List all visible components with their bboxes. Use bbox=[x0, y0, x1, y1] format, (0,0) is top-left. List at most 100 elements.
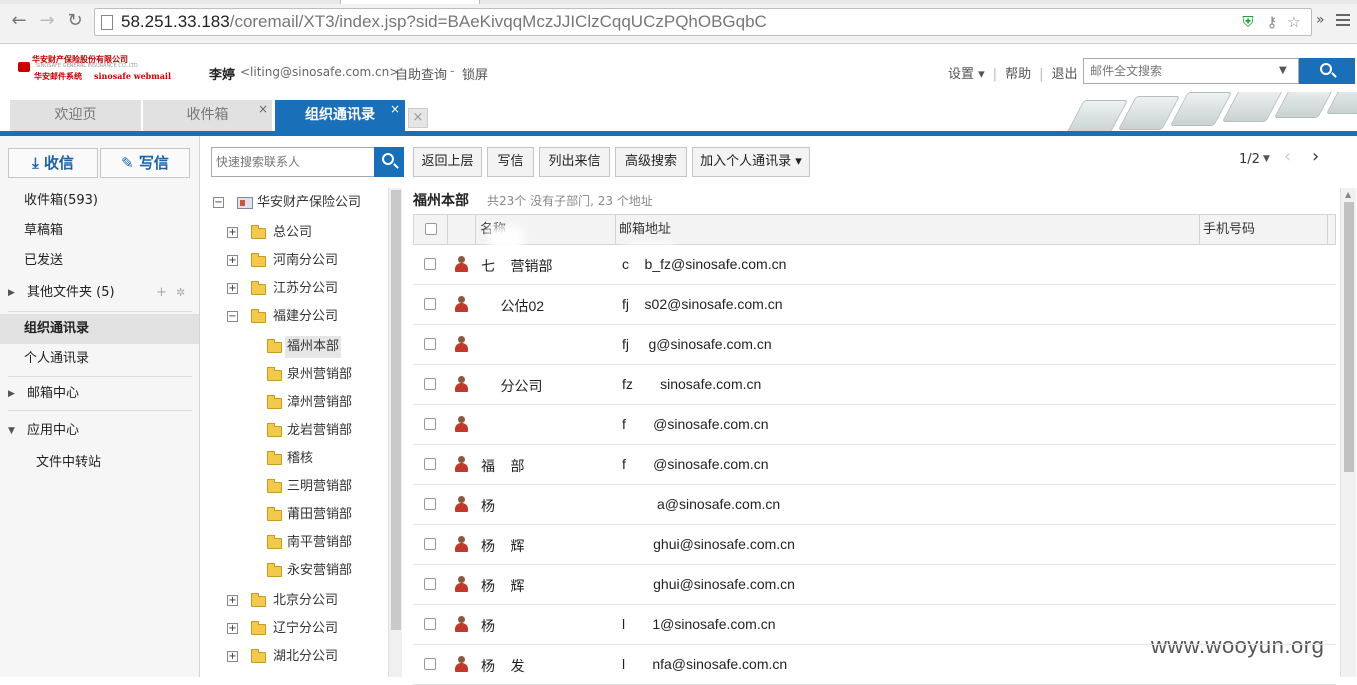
back-icon[interactable]: ← bbox=[8, 10, 30, 32]
expand-icon[interactable]: + bbox=[227, 623, 238, 634]
contact-email[interactable]: fj g@sinosafe.com.cn bbox=[622, 336, 772, 352]
contact-name[interactable]: 杨 辉 bbox=[481, 576, 525, 596]
tree-root[interactable]: − 华安财产保险公司 bbox=[213, 192, 383, 214]
table-row[interactable]: 分公司 fz sinosafe.com.cn bbox=[413, 365, 1336, 405]
tree-node[interactable]: 南平营销部 bbox=[265, 532, 380, 554]
expand-icon[interactable]: + bbox=[227, 595, 238, 606]
expand-arrow-icon[interactable]: ▶ bbox=[8, 379, 15, 409]
tree-node[interactable]: + 辽宁分公司 bbox=[227, 618, 377, 640]
tree-node[interactable]: + 河南分公司 bbox=[227, 250, 377, 272]
table-row[interactable]: 七 营销部 c b_fz@sinosafe.com.cn bbox=[413, 245, 1336, 285]
table-row[interactable]: 杨 a@sinosafe.com.cn bbox=[413, 485, 1336, 525]
search-dropdown-icon[interactable]: ▼ bbox=[1279, 65, 1287, 76]
expand-arrow-icon[interactable]: ▶ bbox=[8, 278, 15, 308]
row-checkbox[interactable] bbox=[424, 418, 436, 430]
contact-email[interactable]: c b_fz@sinosafe.com.cn bbox=[622, 256, 786, 272]
contact-search-input[interactable] bbox=[211, 147, 375, 177]
tree-node[interactable]: + 总公司 bbox=[227, 222, 377, 244]
row-checkbox[interactable] bbox=[424, 458, 436, 470]
tab-inbox-close-icon[interactable]: × bbox=[258, 102, 268, 116]
tree-node[interactable]: + 江苏分公司 bbox=[227, 278, 377, 300]
column-header-phone[interactable]: 手机号码 bbox=[1203, 215, 1255, 244]
sidebar-item-app-center[interactable]: ▼ 应用中心 bbox=[0, 416, 199, 446]
tab-inbox[interactable]: 收件箱 bbox=[143, 100, 272, 131]
column-header-email[interactable]: 邮箱地址 bbox=[619, 215, 671, 244]
contact-name[interactable]: 杨 bbox=[481, 496, 495, 516]
tree-node[interactable]: + 北京分公司 bbox=[227, 590, 377, 612]
list-mails-button[interactable]: 列出来信 bbox=[539, 147, 610, 177]
settings-menu[interactable]: 设置 ▾ bbox=[948, 63, 985, 82]
tree-node[interactable]: 永安营销部 bbox=[265, 560, 380, 582]
expand-icon[interactable]: + bbox=[227, 651, 238, 662]
expand-icon[interactable]: + bbox=[227, 227, 238, 238]
contact-email[interactable]: f @sinosafe.com.cn bbox=[622, 456, 769, 472]
browser-menu-icon[interactable] bbox=[1336, 14, 1350, 26]
tree-node[interactable]: 福州本部 bbox=[265, 336, 380, 358]
table-row[interactable]: 福 部 f @sinosafe.com.cn bbox=[413, 445, 1336, 485]
sidebar-item-file-transfer[interactable]: 文件中转站 bbox=[0, 448, 199, 478]
scroll-up-icon[interactable]: ▲ bbox=[1345, 190, 1351, 199]
close-all-tabs-icon[interactable]: × bbox=[408, 108, 428, 128]
scroll-thumb[interactable] bbox=[1344, 202, 1354, 472]
sidebar-item-mailbox-center[interactable]: ▶ 邮箱中心 bbox=[0, 379, 199, 409]
logout-link[interactable]: 退出 bbox=[1051, 63, 1077, 82]
reload-icon[interactable]: ↻ bbox=[64, 10, 86, 32]
table-row[interactable]: f @sinosafe.com.cn bbox=[413, 405, 1336, 445]
self-query-link[interactable]: 自助查询 bbox=[395, 64, 447, 83]
select-all-checkbox[interactable] bbox=[425, 223, 437, 235]
sidebar-item-inbox[interactable]: 收件箱(593) bbox=[0, 186, 199, 216]
back-up-level-button[interactable]: 返回上层 bbox=[413, 147, 482, 177]
contact-email[interactable]: l 1@sinosafe.com.cn bbox=[622, 616, 776, 632]
row-checkbox[interactable] bbox=[424, 578, 436, 590]
contact-email[interactable]: ghui@sinosafe.com.cn bbox=[622, 536, 795, 552]
row-checkbox[interactable] bbox=[424, 378, 436, 390]
table-row[interactable]: 杨 辉 ghui@sinosafe.com.cn bbox=[413, 565, 1336, 605]
contact-email[interactable]: ghui@sinosafe.com.cn bbox=[622, 576, 795, 592]
folder-settings-icon[interactable]: ✲ bbox=[176, 278, 185, 308]
contact-email[interactable]: fj s02@sinosafe.com.cn bbox=[622, 296, 783, 312]
sidebar-item-sent[interactable]: 已发送 bbox=[0, 246, 199, 276]
tree-node[interactable]: 漳州营销部 bbox=[265, 392, 380, 414]
add-to-personal-contacts-button[interactable]: 加入个人通讯录 ▾ bbox=[692, 147, 810, 177]
sidebar-item-personal-contacts[interactable]: 个人通讯录 bbox=[0, 344, 199, 374]
shield-icon[interactable]: ⛨ bbox=[1239, 13, 1257, 31]
more-extensions-icon[interactable]: » bbox=[1316, 12, 1325, 28]
table-row[interactable]: 杨 发 l nfa@sinosafe.com.cn bbox=[413, 645, 1336, 685]
star-icon[interactable]: ☆ bbox=[1285, 13, 1303, 31]
contact-name[interactable]: 杨 发 bbox=[481, 656, 525, 676]
table-row[interactable]: 杨 辉 ghui@sinosafe.com.cn bbox=[413, 525, 1336, 565]
row-checkbox[interactable] bbox=[424, 498, 436, 510]
contact-name[interactable]: 七 营销部 bbox=[481, 256, 553, 276]
receive-button[interactable]: ⤓ 收信 bbox=[8, 148, 98, 178]
collapse-arrow-icon[interactable]: ▼ bbox=[8, 416, 15, 446]
collapse-icon[interactable]: − bbox=[213, 197, 224, 208]
contact-email[interactable]: l nfa@sinosafe.com.cn bbox=[622, 656, 787, 672]
tree-node[interactable]: 龙岩营销部 bbox=[265, 420, 380, 442]
tree-node[interactable]: 莆田营销部 bbox=[265, 504, 380, 526]
compose-button[interactable]: ✎ 写信 bbox=[100, 148, 190, 178]
row-checkbox[interactable] bbox=[424, 338, 436, 350]
contact-name[interactable]: 公估02 bbox=[481, 296, 544, 316]
tab-org-contacts-close-icon[interactable]: × bbox=[390, 102, 400, 116]
key-icon[interactable]: ⚷ bbox=[1263, 13, 1281, 31]
contact-name[interactable]: 杨 bbox=[481, 616, 495, 636]
scroll-thumb[interactable] bbox=[391, 190, 401, 630]
row-checkbox[interactable] bbox=[424, 258, 436, 270]
tree-node[interactable]: + 湖北分公司 bbox=[227, 646, 377, 668]
table-row[interactable]: fj g@sinosafe.com.cn bbox=[413, 325, 1336, 365]
help-link[interactable]: 帮助 bbox=[1005, 63, 1031, 82]
row-checkbox[interactable] bbox=[424, 618, 436, 630]
contact-name[interactable]: 杨 辉 bbox=[481, 536, 525, 556]
tree-scrollbar[interactable] bbox=[388, 188, 402, 677]
tree-node[interactable]: 三明营销部 bbox=[265, 476, 380, 498]
tree-node[interactable]: − 福建分公司 bbox=[227, 306, 377, 328]
write-mail-button[interactable]: 写信 bbox=[487, 147, 534, 177]
page-dropdown-icon[interactable]: ▼ bbox=[1263, 154, 1270, 164]
search-button[interactable] bbox=[1299, 58, 1355, 84]
next-page-icon[interactable]: › bbox=[1312, 146, 1319, 167]
row-checkbox[interactable] bbox=[424, 538, 436, 550]
lock-screen-link[interactable]: 锁屏 bbox=[462, 64, 488, 83]
browser-active-tab[interactable] bbox=[340, 0, 480, 4]
row-checkbox[interactable] bbox=[424, 298, 436, 310]
expand-icon[interactable]: + bbox=[227, 283, 238, 294]
